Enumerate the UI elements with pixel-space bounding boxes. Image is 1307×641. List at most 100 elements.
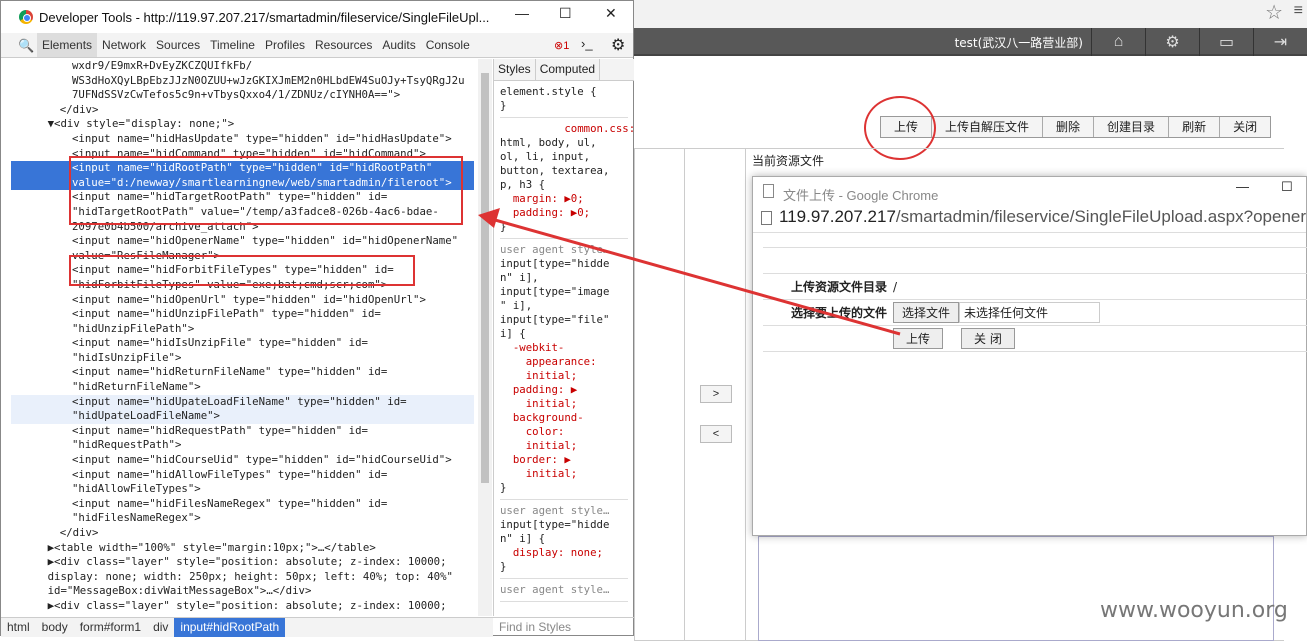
window-icon[interactable]: ▭ [1199, 28, 1253, 56]
current-files-header: 当前资源文件 [752, 154, 825, 168]
devtools-titlebar: Developer Tools - http://119.97.207.217/… [1, 1, 633, 33]
dom-node-line[interactable]: ▶<div class="layer" style="position: abs… [11, 599, 474, 614]
url-host: 119.97.207.217 [779, 207, 896, 226]
form-row-file: 选择要上传的文件 选择文件 未选择任何文件 [763, 300, 1307, 326]
dom-node-line[interactable]: </div> [11, 103, 474, 118]
elements-tree[interactable]: wxdr9/E9mxR+DvEyZKCZQUIfkFb/WS3dHoXQyLBp… [11, 59, 474, 616]
menu-icon[interactable]: ≡ [1294, 2, 1303, 20]
devtools-title: Developer Tools - http://119.97.207.217/… [39, 10, 490, 25]
upload-unzip-button[interactable]: 上传自解压文件 [932, 117, 1044, 137]
dom-node-line[interactable]: <input name="hidOpenUrl" type="hidden" i… [11, 293, 474, 308]
settings-gear-icon[interactable]: ⚙ [611, 35, 625, 55]
dom-node-line[interactable]: ▶<div class="layer" style="position: abs… [11, 555, 474, 570]
choose-file-button[interactable]: 选择文件 [893, 302, 960, 323]
move-right-button[interactable]: > [700, 385, 732, 403]
breadcrumb-item[interactable]: html [1, 618, 36, 637]
style-rule-line: initial; [500, 439, 578, 452]
dom-node-line[interactable]: <input name="hidReturnFileName" type="hi… [11, 365, 474, 380]
dom-node-line[interactable]: <input name="hidUnzipFilePath" type="hid… [11, 307, 474, 322]
dom-node-line[interactable]: <input name="hidIsUnzipFile" type="hidde… [11, 336, 474, 351]
popup-upload-button[interactable]: 上传 [893, 328, 944, 349]
gear-icon[interactable]: ⚙ [1145, 28, 1199, 56]
dom-node-line[interactable]: "hidReturnFileName"> [11, 380, 474, 395]
style-rule[interactable]: user agent style… input[type="hidde n" i] … [500, 504, 628, 579]
dom-node-line[interactable]: "hidFilesNameRegex"> [11, 511, 474, 526]
dom-node-line[interactable]: "hidIsUnzipFile"> [11, 351, 474, 366]
url-path: /smartadmin/fileservice/SingleFileUpload… [895, 207, 1307, 226]
style-rule-line: display: none; [500, 546, 603, 559]
elements-scrollbar-thumb[interactable] [481, 73, 489, 483]
tab-styles[interactable]: Styles [494, 59, 536, 80]
tab-timeline[interactable]: Timeline [205, 33, 260, 57]
dom-node-line[interactable]: wxdr9/E9mxR+DvEyZKCZQUIfkFb/ [11, 59, 474, 74]
style-rule-line: border: ▶ [500, 453, 571, 466]
tab-audits[interactable]: Audits [377, 33, 420, 57]
dom-node-line[interactable]: ▼<div style="display: none;"> [11, 117, 474, 132]
bookmark-star-icon[interactable]: ☆ [1265, 0, 1283, 25]
style-rule[interactable]: user agent style… [500, 583, 628, 602]
style-rule[interactable]: element.style {} [500, 85, 628, 118]
delete-button[interactable]: 删除 [1043, 117, 1095, 137]
tab-console[interactable]: Console [421, 33, 475, 57]
breadcrumb-item-active[interactable]: input#hidRootPath [174, 618, 286, 637]
style-rule[interactable]: common.css:12 html, body, ul, ol, li, inpu… [500, 122, 634, 239]
tab-resources[interactable]: Resources [310, 33, 377, 57]
watermark: www.wooyun.org [1100, 598, 1288, 623]
dom-node-line[interactable]: <input name="hidOpenerName" type="hidden… [11, 234, 474, 249]
popup-title: 文件上传 - Google Chrome [783, 188, 939, 203]
dom-node-line[interactable]: id="MessageBox:divWaitMessageBox">…</div… [11, 584, 474, 599]
dom-node-line[interactable]: "hidAllowFileTypes"> [11, 482, 474, 497]
dom-node-line[interactable]: <input name="hidCourseUid" type="hidden"… [11, 453, 474, 468]
style-rule-line: html, body, ul, [500, 136, 597, 149]
breadcrumb-item[interactable]: form#form1 [74, 618, 147, 637]
dom-node-line[interactable]: ▶<table width="100%" style="margin:10px;… [11, 541, 474, 556]
dom-node-line[interactable]: <input name="hidHasUpdate" type="hidden"… [11, 132, 474, 147]
inspect-search-icon[interactable]: 🔍 [18, 38, 34, 54]
dom-node-line[interactable]: 7UFNdSSVzCwTefos5c9n+vTbysQxxo4/1/ZDNUz/… [11, 88, 474, 103]
dom-node-line[interactable]: "hidUpateLoadFileName"> [11, 409, 474, 424]
error-count-badge[interactable]: ⊗1 [554, 39, 569, 52]
maximize-icon[interactable]: ☐ [1281, 179, 1293, 195]
style-rule[interactable]: user agent style… input[type="hidde n" i],… [500, 243, 628, 500]
logout-icon[interactable]: ⇥ [1253, 28, 1307, 56]
dom-node-line[interactable]: </div> [11, 526, 474, 541]
document-icon [763, 184, 774, 198]
styles-rules[interactable]: element.style {} common.css:12 html, body… [494, 81, 634, 610]
find-in-styles-input[interactable]: Find in Styles [493, 617, 634, 637]
home-icon[interactable]: ⌂ [1091, 28, 1145, 56]
column-divider [745, 148, 746, 641]
create-folder-button[interactable]: 创建目录 [1094, 117, 1170, 137]
dom-node-line[interactable]: <input name="hidUpateLoadFileName" type=… [11, 394, 474, 410]
breadcrumb-item[interactable]: body [36, 618, 74, 637]
dom-node-line[interactable]: WS3dHoXQyLBpEbzJJzN0OZUU+wJzGKIXJmEM2n0H… [11, 74, 474, 89]
dom-node-line[interactable]: display: none; width: 250px; height: 50p… [11, 570, 474, 585]
popup-close-button[interactable]: 关 闭 [961, 328, 1015, 349]
dom-node-line[interactable]: <input name="hidRequestPath" type="hidde… [11, 424, 474, 439]
dom-node-line[interactable]: <input name="hidFilesNameRegex" type="hi… [11, 497, 474, 512]
minimize-icon[interactable]: — [515, 5, 529, 21]
console-drawer-icon[interactable]: ›_ [581, 36, 593, 51]
dom-node-line[interactable]: "hidUnzipFilePath"> [11, 322, 474, 337]
tab-network[interactable]: Network [97, 33, 151, 57]
tab-profiles[interactable]: Profiles [260, 33, 310, 57]
dom-node-line[interactable]: background-color: #fff;display: none;" i… [11, 614, 474, 616]
styles-panel: Styles Computed element.style {} common.… [493, 59, 634, 616]
dom-node-line[interactable]: <input name="hidAllowFileTypes" type="hi… [11, 468, 474, 483]
maximize-icon[interactable]: ☐ [559, 5, 572, 22]
close-icon[interactable]: ✕ [605, 5, 617, 22]
minimize-icon[interactable]: — [1236, 179, 1249, 194]
annotation-box-forbidtypes [69, 255, 415, 286]
tab-elements[interactable]: Elements [37, 33, 98, 57]
tab-computed[interactable]: Computed [536, 59, 601, 80]
dom-node-line[interactable]: "hidRequestPath"> [11, 438, 474, 453]
popup-address-bar[interactable]: 119.97.207.217/smartadmin/fileservice/Si… [753, 203, 1306, 233]
move-left-button[interactable]: < [700, 425, 732, 443]
breadcrumb-item[interactable]: div [147, 618, 174, 637]
form-row-spacer [763, 248, 1307, 274]
close-button[interactable]: 关闭 [1220, 117, 1270, 137]
page-icon [761, 211, 772, 225]
style-rule-line: ol, li, input, [500, 150, 591, 163]
style-rule-line: i] { [500, 327, 526, 340]
refresh-button[interactable]: 刷新 [1169, 117, 1221, 137]
tab-sources[interactable]: Sources [151, 33, 205, 57]
